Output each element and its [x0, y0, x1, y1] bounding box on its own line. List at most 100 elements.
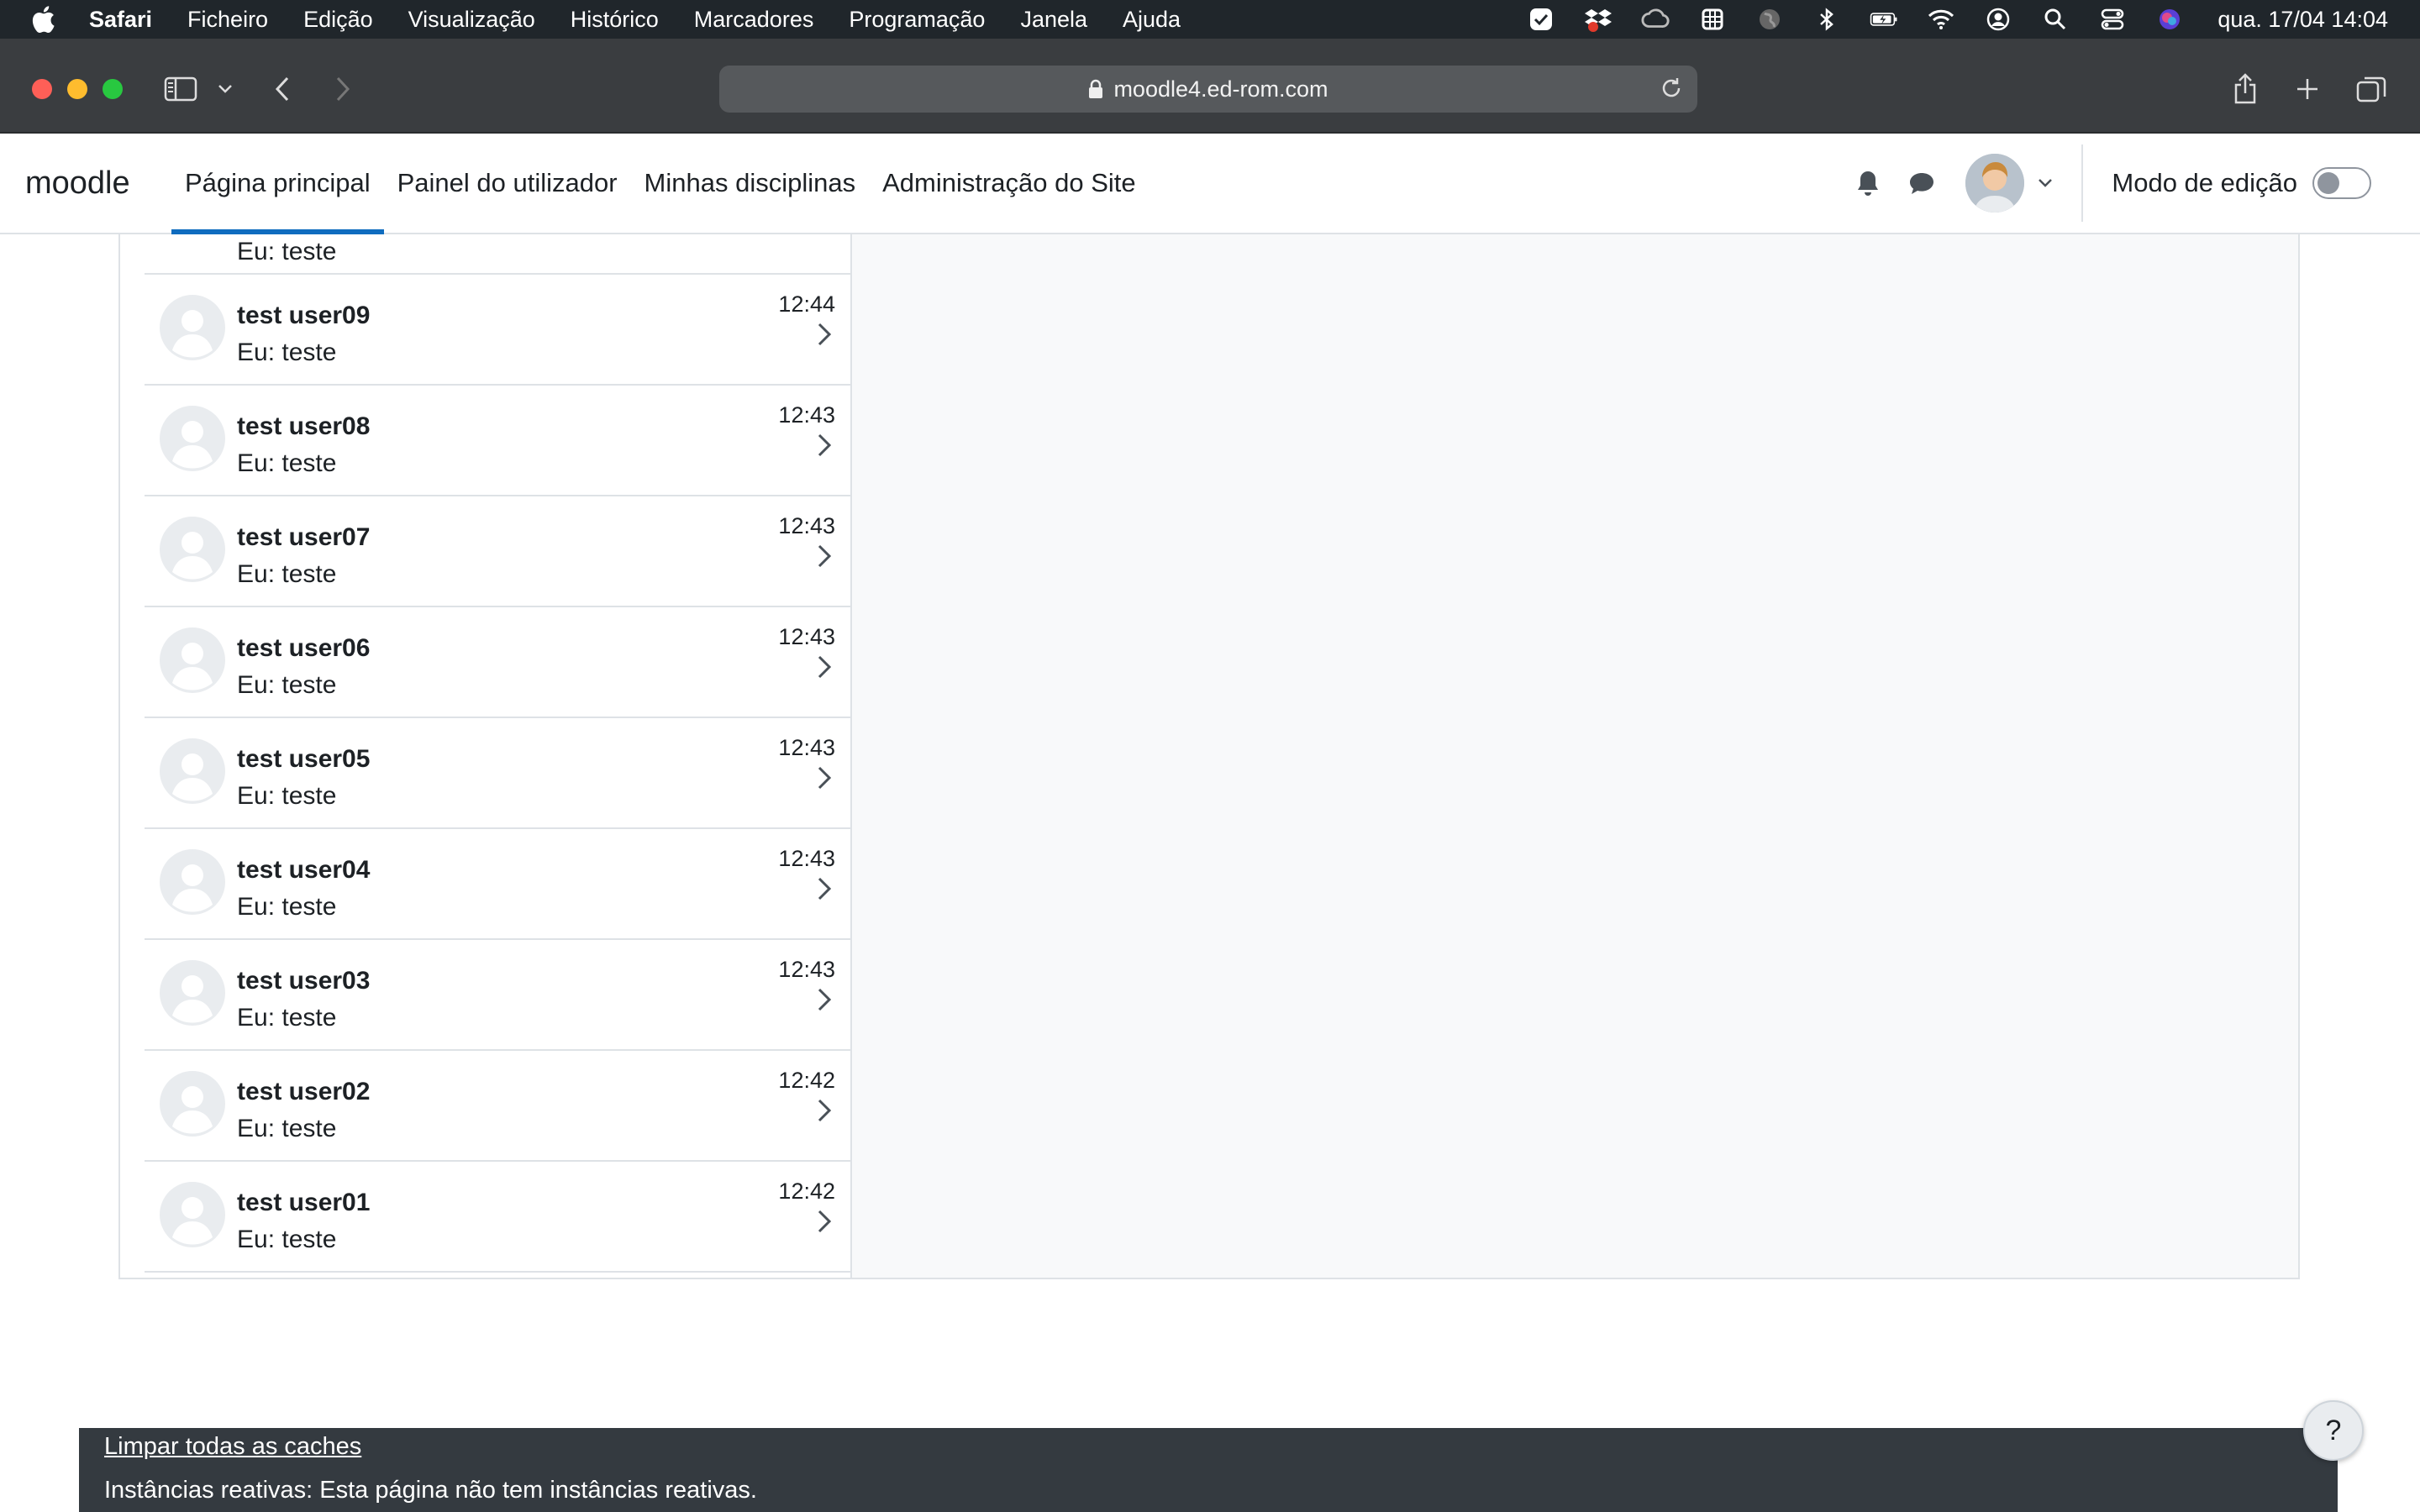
default-user-icon	[160, 1182, 225, 1247]
site-brand[interactable]: moodle	[25, 165, 130, 202]
chevron-left-icon	[275, 76, 289, 102]
last-message: Eu: teste	[237, 1004, 337, 1032]
chevron-right-icon	[336, 76, 350, 102]
reload-icon[interactable]	[1659, 76, 1684, 107]
siri-icon[interactable]	[2155, 7, 2184, 32]
list-item[interactable]: test user07 Eu: teste 12:43	[145, 496, 850, 607]
message-time: 12:43	[778, 846, 835, 871]
user-account-icon[interactable]	[1984, 7, 2012, 32]
grid-app-icon[interactable]	[1698, 7, 1727, 32]
list-item[interactable]: test user03 Eu: teste 12:43	[145, 940, 850, 1051]
list-item[interactable]: Eu: teste	[145, 234, 850, 275]
contact-name: test user04	[237, 856, 371, 884]
menu-visualizacao[interactable]: Visualização	[408, 7, 535, 33]
nav-site-administration[interactable]: Administração do Site	[869, 134, 1150, 233]
default-user-icon	[160, 406, 225, 471]
wifi-icon[interactable]	[1927, 7, 1955, 32]
list-item[interactable]: test user02 Eu: teste 12:42	[145, 1051, 850, 1162]
share-button[interactable]	[2230, 69, 2260, 109]
tab-group-dropdown[interactable]	[215, 69, 235, 109]
tab-overview-button[interactable]	[2354, 69, 2388, 109]
globe-icon[interactable]	[1755, 7, 1784, 32]
notifications-button[interactable]	[1848, 163, 1888, 203]
menu-historico[interactable]: Histórico	[571, 7, 659, 33]
toggle-knob	[2317, 172, 2339, 194]
creative-cloud-icon[interactable]	[1641, 7, 1670, 32]
contact-name: test user05	[237, 745, 371, 773]
menu-marcadores[interactable]: Marcadores	[694, 7, 814, 33]
list-item[interactable]: test user05 Eu: teste 12:43	[145, 718, 850, 829]
avatar	[160, 960, 225, 1026]
forward-button[interactable]	[329, 69, 356, 109]
last-message: Eu: teste	[237, 1226, 337, 1253]
message-time: 12:44	[778, 291, 835, 317]
navbar-divider	[2081, 144, 2084, 222]
messages-button[interactable]	[1902, 163, 1942, 203]
nav-my-courses[interactable]: Minhas disciplinas	[631, 134, 870, 233]
reactive-instances-text: Instâncias reativas: Esta página não tem…	[104, 1477, 757, 1504]
address-bar[interactable]: moodle4.ed-rom.com	[719, 66, 1697, 113]
moodle-navbar: moodle Página principal Painel do utiliz…	[0, 134, 2420, 234]
list-item[interactable]: test user01 Eu: teste 12:42	[145, 1162, 850, 1273]
apple-icon[interactable]	[30, 5, 64, 34]
list-item[interactable]: test user09 Eu: teste 12:44	[145, 275, 850, 386]
menu-ficheiro[interactable]: Ficheiro	[187, 7, 268, 33]
menu-edicao[interactable]: Edição	[303, 7, 373, 33]
help-button[interactable]: ?	[2303, 1400, 2364, 1461]
default-user-icon	[160, 849, 225, 915]
chevron-right-icon	[817, 987, 832, 1016]
minimize-window-button[interactable]	[67, 79, 87, 99]
message-time: 12:43	[778, 735, 835, 760]
purge-caches-link[interactable]: Limpar todas as caches	[104, 1433, 361, 1461]
contact-name: test user08	[237, 412, 371, 440]
dropbox-icon[interactable]	[1584, 7, 1612, 32]
user-menu-toggle[interactable]	[1965, 154, 2053, 213]
navbar-user-area: Modo de edição	[1848, 134, 2420, 233]
menu-programacao[interactable]: Programação	[849, 7, 985, 33]
default-user-icon	[160, 1071, 225, 1137]
macos-menu-bar: Safari Ficheiro Edição Visualização Hist…	[0, 0, 2420, 39]
zoom-window-button[interactable]	[103, 79, 123, 99]
last-message: Eu: teste	[237, 893, 337, 921]
menu-janela[interactable]: Janela	[1020, 7, 1087, 33]
plus-icon	[2297, 79, 2317, 99]
control-center-icon[interactable]	[2098, 7, 2127, 32]
menu-ajuda[interactable]: Ajuda	[1123, 7, 1181, 33]
tabs-icon	[2356, 76, 2386, 102]
battery-icon[interactable]	[1870, 7, 1898, 32]
spotlight-search-icon[interactable]	[2041, 7, 2070, 32]
default-user-icon	[160, 738, 225, 804]
contact-name: test user03	[237, 967, 371, 995]
default-user-icon	[160, 960, 225, 1026]
edit-mode-control: Modo de edição	[2112, 167, 2371, 199]
browser-toolbar: moodle4.ed-rom.com	[0, 39, 2420, 134]
close-window-button[interactable]	[32, 79, 52, 99]
lock-icon	[1088, 79, 1103, 99]
message-time: 12:43	[778, 957, 835, 982]
back-button[interactable]	[269, 69, 296, 109]
default-user-icon	[160, 517, 225, 582]
edit-mode-toggle[interactable]	[2312, 167, 2371, 199]
checkmark-app-icon[interactable]	[1527, 7, 1555, 32]
menubar-clock[interactable]: qua. 17/04 14:04	[2217, 7, 2388, 33]
sidebar-toggle-button[interactable]	[161, 69, 200, 109]
avatar	[160, 738, 225, 804]
message-time: 12:42	[778, 1068, 835, 1093]
conversation-list[interactable]: Eu: teste test user09 Eu: teste 12:44 test …	[145, 234, 852, 1279]
avatar	[160, 627, 225, 693]
contact-name: test user06	[237, 634, 371, 662]
nav-dashboard[interactable]: Painel do utilizador	[384, 134, 631, 233]
avatar	[160, 1071, 225, 1137]
new-tab-button[interactable]	[2292, 69, 2323, 109]
last-message: Eu: teste	[237, 339, 337, 366]
avatar	[160, 517, 225, 582]
list-item[interactable]: test user08 Eu: teste 12:43	[145, 386, 850, 496]
default-user-icon	[160, 627, 225, 693]
menu-app-safari[interactable]: Safari	[89, 7, 152, 33]
chevron-right-icon	[817, 1098, 832, 1127]
list-item[interactable]: test user04 Eu: teste 12:43	[145, 829, 850, 940]
chevron-right-icon	[817, 876, 832, 906]
nav-home[interactable]: Página principal	[171, 134, 384, 234]
list-item[interactable]: test user06 Eu: teste 12:43	[145, 607, 850, 718]
bluetooth-icon[interactable]	[1812, 7, 1841, 32]
